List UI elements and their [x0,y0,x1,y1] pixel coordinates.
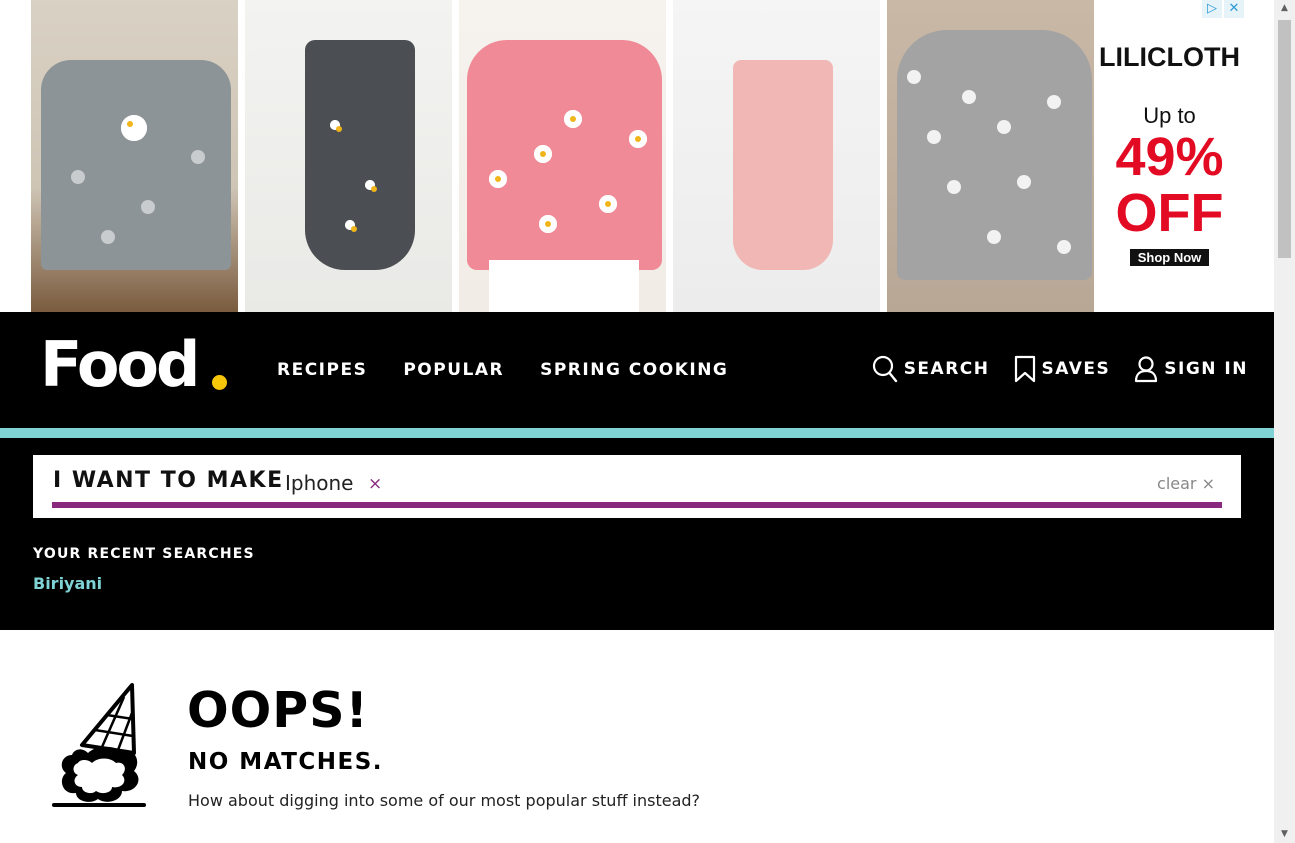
search-label[interactable]: SEARCH [904,359,990,379]
close-icon[interactable]: ✕ [1224,0,1244,18]
ad-off: OFF [1115,183,1224,243]
header-accent-bar [0,428,1274,438]
clear-label: clear [1157,474,1197,493]
search-term-chip[interactable]: Iphone [285,471,354,495]
ad-choices-icon[interactable]: ▷ [1202,0,1222,18]
saves-button[interactable]: SAVES [1014,355,1111,383]
logo-dot [212,375,227,390]
nav-popular[interactable]: POPULAR [403,360,504,380]
food-logo[interactable]: Food [40,328,200,401]
ad-image-dark-pants[interactable] [245,0,452,312]
scroll-up-arrow-icon[interactable]: ▲ [1274,0,1295,17]
sign-in-button[interactable]: SIGN IN [1134,355,1248,383]
ad-image-pink-blouse[interactable] [459,0,666,312]
nav-spring-cooking[interactable]: SPRING COOKING [540,360,728,380]
search-panel: I WANT TO MAKE Iphone × clear × YOUR REC… [0,438,1274,630]
ad-brand-block[interactable]: ▷ ✕ LILICLOTH Up to 49% OFF Shop Now [1095,0,1244,312]
search-icon [872,355,897,383]
main-nav: RECIPES POPULAR SPRING COOKING [277,360,728,380]
remove-term-icon[interactable]: × [368,474,382,494]
nav-recipes[interactable]: RECIPES [277,360,367,380]
ad-image-polka-tee[interactable] [887,0,1094,312]
ad-brand-name: LILICLOTH [1099,42,1240,72]
dropped-ice-cream-icon [52,683,146,807]
ad-percent: 49% [1115,127,1224,187]
bookmark-icon [1014,355,1035,383]
ad-up-to: Up to [1143,103,1196,128]
no-results-subtitle: NO MATCHES. [188,749,384,775]
ad-shop-now-button[interactable]: Shop Now [1129,249,1210,266]
ad-image-gray-shirt[interactable] [31,0,238,312]
recent-searches-heading: YOUR RECENT SEARCHES [33,546,255,562]
recent-search-item[interactable]: Biriyani [33,574,102,593]
sign-in-label[interactable]: SIGN IN [1164,359,1248,379]
scroll-down-arrow-icon[interactable]: ▼ [1274,826,1295,843]
scroll-thumb[interactable] [1278,20,1291,258]
page: ▷ ✕ LILICLOTH Up to 49% OFF Shop Now Foo… [0,0,1274,843]
saves-label[interactable]: SAVES [1042,359,1111,379]
search-box[interactable]: I WANT TO MAKE Iphone × clear × [33,455,1241,518]
clear-button[interactable]: clear × [1157,474,1215,493]
ad-banner[interactable]: ▷ ✕ LILICLOTH Up to 49% OFF Shop Now [31,0,1244,312]
no-results-message: How about digging into some of our most … [188,791,701,810]
search-underline [52,502,1222,508]
site-header: Food RECIPES POPULAR SPRING COOKING SEAR… [0,312,1274,428]
ad-image-pink-pants[interactable] [673,0,880,312]
search-button[interactable]: SEARCH [872,355,990,383]
no-results-title: OOPS! [187,682,369,739]
utility-nav: SEARCH SAVES SIGN IN [872,355,1248,383]
clear-x-icon: × [1201,474,1215,493]
user-icon [1135,356,1158,383]
vertical-scrollbar[interactable]: ▲ ▼ [1274,0,1295,843]
search-prompt-label: I WANT TO MAKE [53,468,284,493]
